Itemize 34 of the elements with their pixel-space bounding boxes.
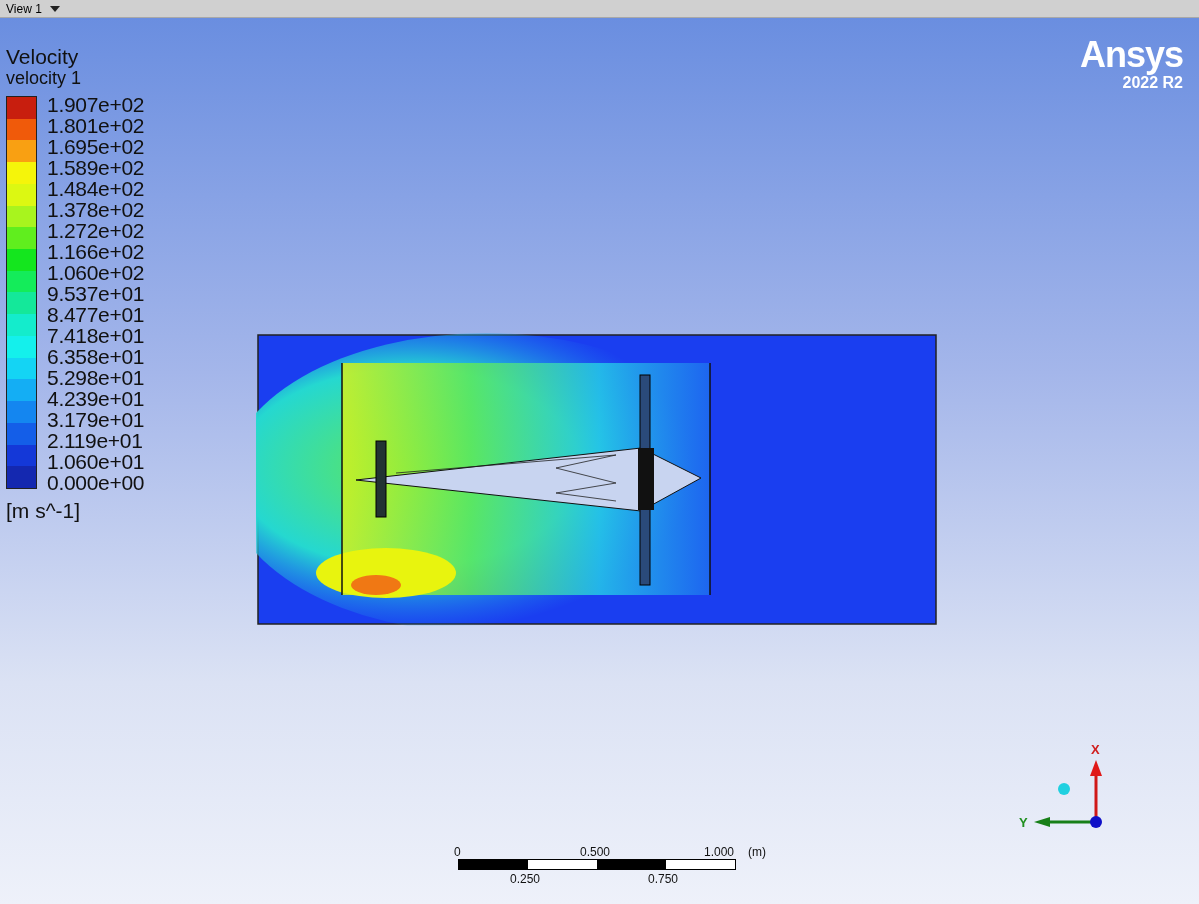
legend-value: 1.589e+02	[47, 157, 145, 178]
legend-value: 8.477e+01	[47, 304, 145, 325]
version-label: 2022 R2	[1122, 74, 1183, 92]
legend-value: 0.000e+00	[47, 472, 145, 493]
legend-value: 4.239e+01	[47, 388, 145, 409]
scale-label: 0	[454, 844, 461, 861]
scale-label: 0.250	[510, 871, 541, 888]
legend-value: 3.179e+01	[47, 409, 145, 430]
axis-label: X	[1091, 741, 1100, 759]
scale-label: 1.000	[704, 844, 735, 861]
legend-value: 6.358e+01	[47, 346, 145, 367]
legend-value: 5.298e+01	[47, 367, 145, 388]
caret-icon	[49, 5, 60, 12]
legend-value: 1.060e+01	[47, 451, 145, 472]
legend-value: 1.695e+02	[47, 136, 145, 157]
view-dropdown[interactable]: View 1	[6, 0, 60, 18]
axis-triad-drawing	[1034, 758, 1102, 830]
legend-value: 1.484e+02	[47, 178, 145, 199]
axis-label: Y	[1019, 814, 1028, 832]
scale-label: 0.500	[580, 844, 611, 861]
legend-title: Velocity	[6, 46, 80, 68]
legend-units: [m s^-1]	[6, 499, 82, 523]
legend-value: 1.272e+02	[47, 220, 145, 241]
legend-variable: velocity 1	[6, 68, 83, 88]
scale-unit: (m)	[748, 844, 766, 861]
scale-label: 0.750	[648, 871, 679, 888]
legend-value: 1.060e+02	[47, 262, 145, 283]
legend-value: 7.418e+01	[47, 325, 145, 346]
legend-value: 1.378e+02	[47, 199, 145, 220]
legend-value: 1.907e+02	[47, 94, 145, 115]
legend-value: 2.119e+01	[47, 430, 144, 451]
legend-value: 1.801e+02	[47, 115, 145, 136]
legend-value: 9.537e+01	[47, 283, 145, 304]
legend-value: 1.166e+02	[47, 241, 145, 262]
